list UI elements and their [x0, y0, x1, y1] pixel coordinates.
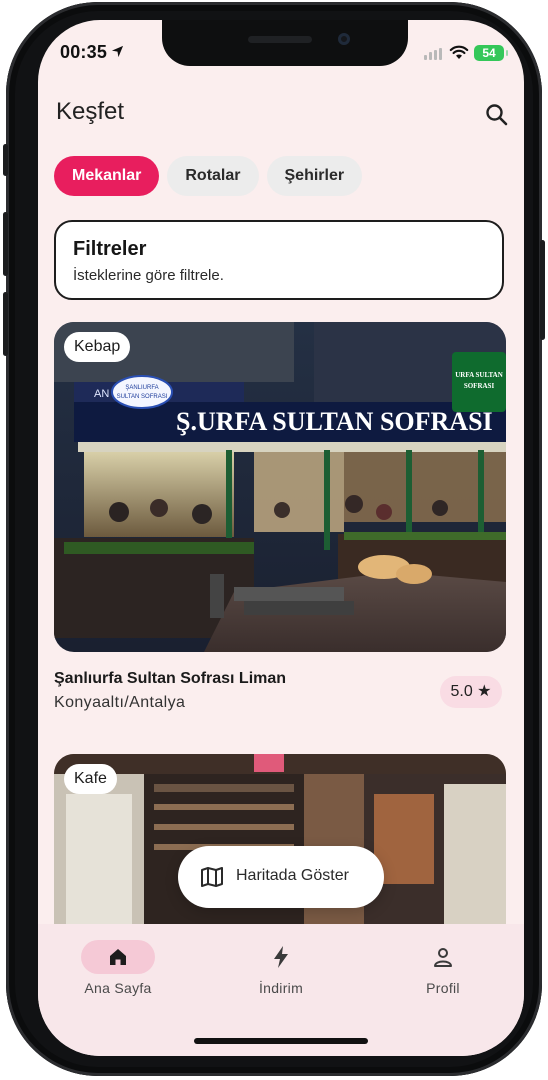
filter-subtitle: İsteklerine göre filtrele.: [73, 267, 224, 284]
side-sign-line1: URFA SULTAN: [455, 371, 503, 379]
nav-label-profile: Profil: [426, 980, 460, 996]
volume-up-button: [3, 212, 8, 276]
power-button: [540, 240, 545, 340]
tab-rotalar[interactable]: Rotalar: [167, 156, 259, 196]
tab-sehirler[interactable]: Şehirler: [266, 156, 363, 196]
sign-logo-line2: SULTAN SOFRASI: [117, 394, 168, 400]
silent-switch: [3, 144, 8, 176]
nav-active-indicator: [81, 940, 155, 974]
nav-item-discount[interactable]: İndirim: [221, 940, 341, 996]
rating-badge: 5.0 ★: [440, 676, 502, 708]
map-icon: [200, 866, 224, 893]
front-camera: [338, 33, 350, 45]
place-photo: AN KUAFÖRÜ ŞANLIURFA SULTAN SOFRASI Ş.UR…: [54, 322, 506, 652]
status-time: 00:35: [60, 42, 124, 63]
sign-logo-line1: ŞANLIURFA: [125, 385, 158, 391]
bolt-icon: [274, 946, 288, 968]
nav-label-discount: İndirim: [258, 980, 304, 996]
cellular-signal-icon: [424, 48, 442, 60]
nav-item-profile[interactable]: Profil: [383, 940, 503, 996]
app-screen: 00:35 54 Keşfet Mekanlar Rotalar Şehirle…: [38, 20, 524, 1056]
filter-card[interactable]: Filtreler İsteklerine göre filtrele.: [54, 220, 504, 300]
phone-frame: 00:35 54 Keşfet Mekanlar Rotalar Şehirle…: [3, 2, 545, 1076]
notch: [162, 20, 408, 66]
place-card[interactable]: AN KUAFÖRÜ ŞANLIURFA SULTAN SOFRASI Ş.UR…: [54, 322, 506, 652]
home-icon: [110, 949, 126, 965]
search-icon: [486, 104, 508, 126]
battery-indicator: 54: [474, 45, 508, 61]
show-on-map-label: Haritada Göster: [236, 867, 349, 884]
person-icon: [434, 948, 452, 967]
category-chip: Kafe: [64, 764, 117, 794]
restaurant-sign-text: Ş.URFA SULTAN SOFRASI: [176, 407, 493, 436]
nav-label-home: Ana Sayfa: [84, 980, 152, 996]
volume-down-button: [3, 292, 8, 356]
place-location: Konyaaltı/Antalya: [54, 694, 186, 711]
nav-item-home[interactable]: Ana Sayfa: [58, 940, 178, 996]
bottom-navigation: Ana Sayfa İndirim Profil: [38, 924, 524, 1056]
show-on-map-button[interactable]: Haritada Göster: [178, 846, 384, 908]
search-button[interactable]: [484, 102, 510, 128]
place-name[interactable]: Şanlıurfa Sultan Sofrası Liman: [54, 670, 286, 688]
location-arrow-icon: [111, 42, 124, 63]
category-chip: Kebap: [64, 332, 131, 362]
side-sign-line2: SOFRASI: [464, 382, 495, 390]
page-title: Keşfet: [56, 98, 125, 125]
filter-title: Filtreler: [73, 238, 147, 260]
wifi-icon: [449, 45, 469, 66]
earpiece: [248, 36, 312, 43]
category-tabs: Mekanlar Rotalar Şehirler: [54, 156, 363, 196]
tab-mekanlar[interactable]: Mekanlar: [54, 156, 160, 196]
home-indicator[interactable]: [194, 1038, 368, 1044]
